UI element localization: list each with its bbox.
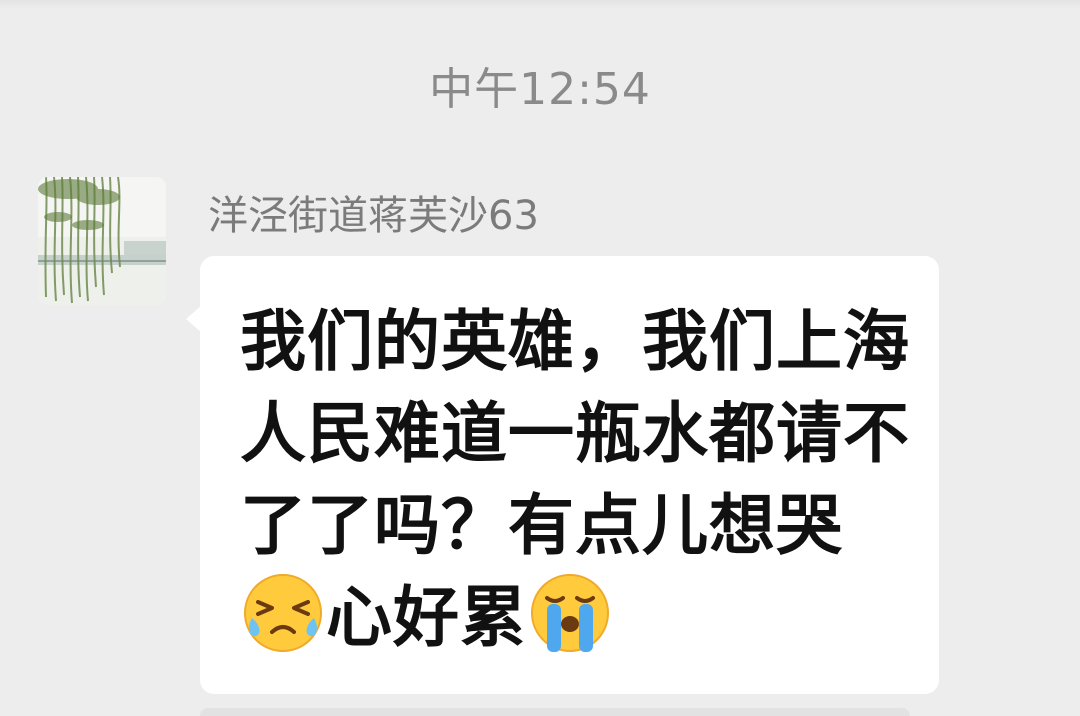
loudly-crying-face-emoji <box>529 572 611 654</box>
tired-face-emoji <box>242 572 324 654</box>
next-message-edge <box>200 708 910 716</box>
sender-name[interactable]: 洋泾街道蒋芙沙63 <box>208 186 539 246</box>
chat-screen: 中午12:54 洋泾街道蒋芙沙63 我们的英雄，我们上海人民难道一瓶水都请不了了… <box>0 0 1080 716</box>
message-text-part2: 心好累 <box>326 579 527 656</box>
message-text: 我们的英雄，我们上海人民难道一瓶水都请不了了吗？有点儿想哭 心好累 <box>240 296 920 664</box>
message-timestamp: 中午12:54 <box>429 64 651 115</box>
message-bubble[interactable]: 我们的英雄，我们上海人民难道一瓶水都请不了了吗？有点儿想哭 心好累 <box>200 256 939 694</box>
willow-tree-picture <box>38 177 166 305</box>
avatar[interactable] <box>38 177 166 305</box>
top-divider <box>0 0 1080 10</box>
message-text-part1: 我们的英雄，我们上海人民难道一瓶水都请不了了吗？有点儿想哭 <box>240 303 910 564</box>
